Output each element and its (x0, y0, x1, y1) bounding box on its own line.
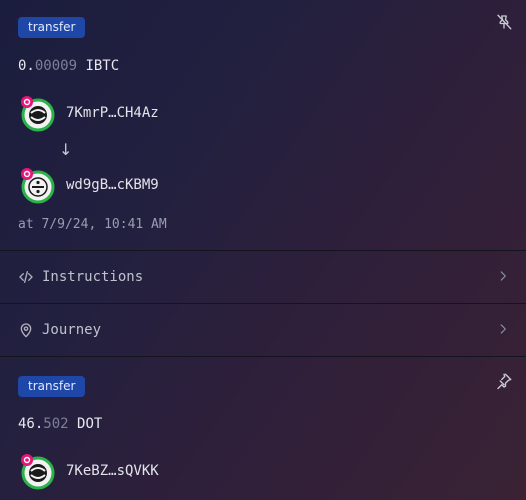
instructions-row[interactable]: Instructions (0, 251, 526, 303)
account-avatar (21, 454, 55, 490)
amount-fraction: 502 (43, 416, 69, 432)
amount-fraction: 00009 (34, 58, 78, 74)
polkadot-network-icon (21, 96, 33, 108)
unpin-icon[interactable] (495, 13, 513, 31)
amount-whole: 0. (18, 58, 35, 74)
journey-label: Journey (42, 322, 102, 338)
account-avatar (21, 168, 55, 204)
amount-whole: 46. (18, 416, 44, 432)
pin-icon[interactable] (495, 372, 513, 390)
arrow-down-icon: ↓ (59, 140, 73, 159)
transaction-timestamp: at 7/9/24, 10:41 AM (18, 217, 167, 232)
from-address: 7KmrP…CH4Az (66, 105, 159, 121)
from-address: 7KeBZ…sQVKK (66, 463, 159, 479)
chevron-right-icon (500, 324, 506, 334)
to-address: wd9gB…cKBM9 (66, 177, 159, 193)
transaction-card-1: transfer 0.00009 IBTC 7KmrP…CH4Az ↓ wd9g… (0, 0, 526, 250)
transaction-amount: 46.502 DOT (18, 416, 102, 432)
instructions-label: Instructions (42, 269, 144, 285)
code-icon (19, 271, 33, 283)
map-pin-icon (20, 323, 32, 338)
polkadot-network-icon (21, 454, 33, 466)
chevron-right-icon (500, 271, 506, 281)
account-avatar (21, 96, 55, 132)
transaction-type-badge: transfer (18, 17, 86, 38)
amount-symbol: DOT (68, 416, 103, 432)
amount-symbol: IBTC (77, 58, 120, 74)
transaction-card-2: transfer 46.502 DOT 7KeBZ…sQVKK (0, 357, 526, 500)
polkadot-network-icon (21, 168, 33, 180)
journey-row[interactable]: Journey (0, 304, 526, 356)
transaction-type-badge: transfer (18, 376, 86, 397)
transaction-amount: 0.00009 IBTC (18, 58, 119, 74)
